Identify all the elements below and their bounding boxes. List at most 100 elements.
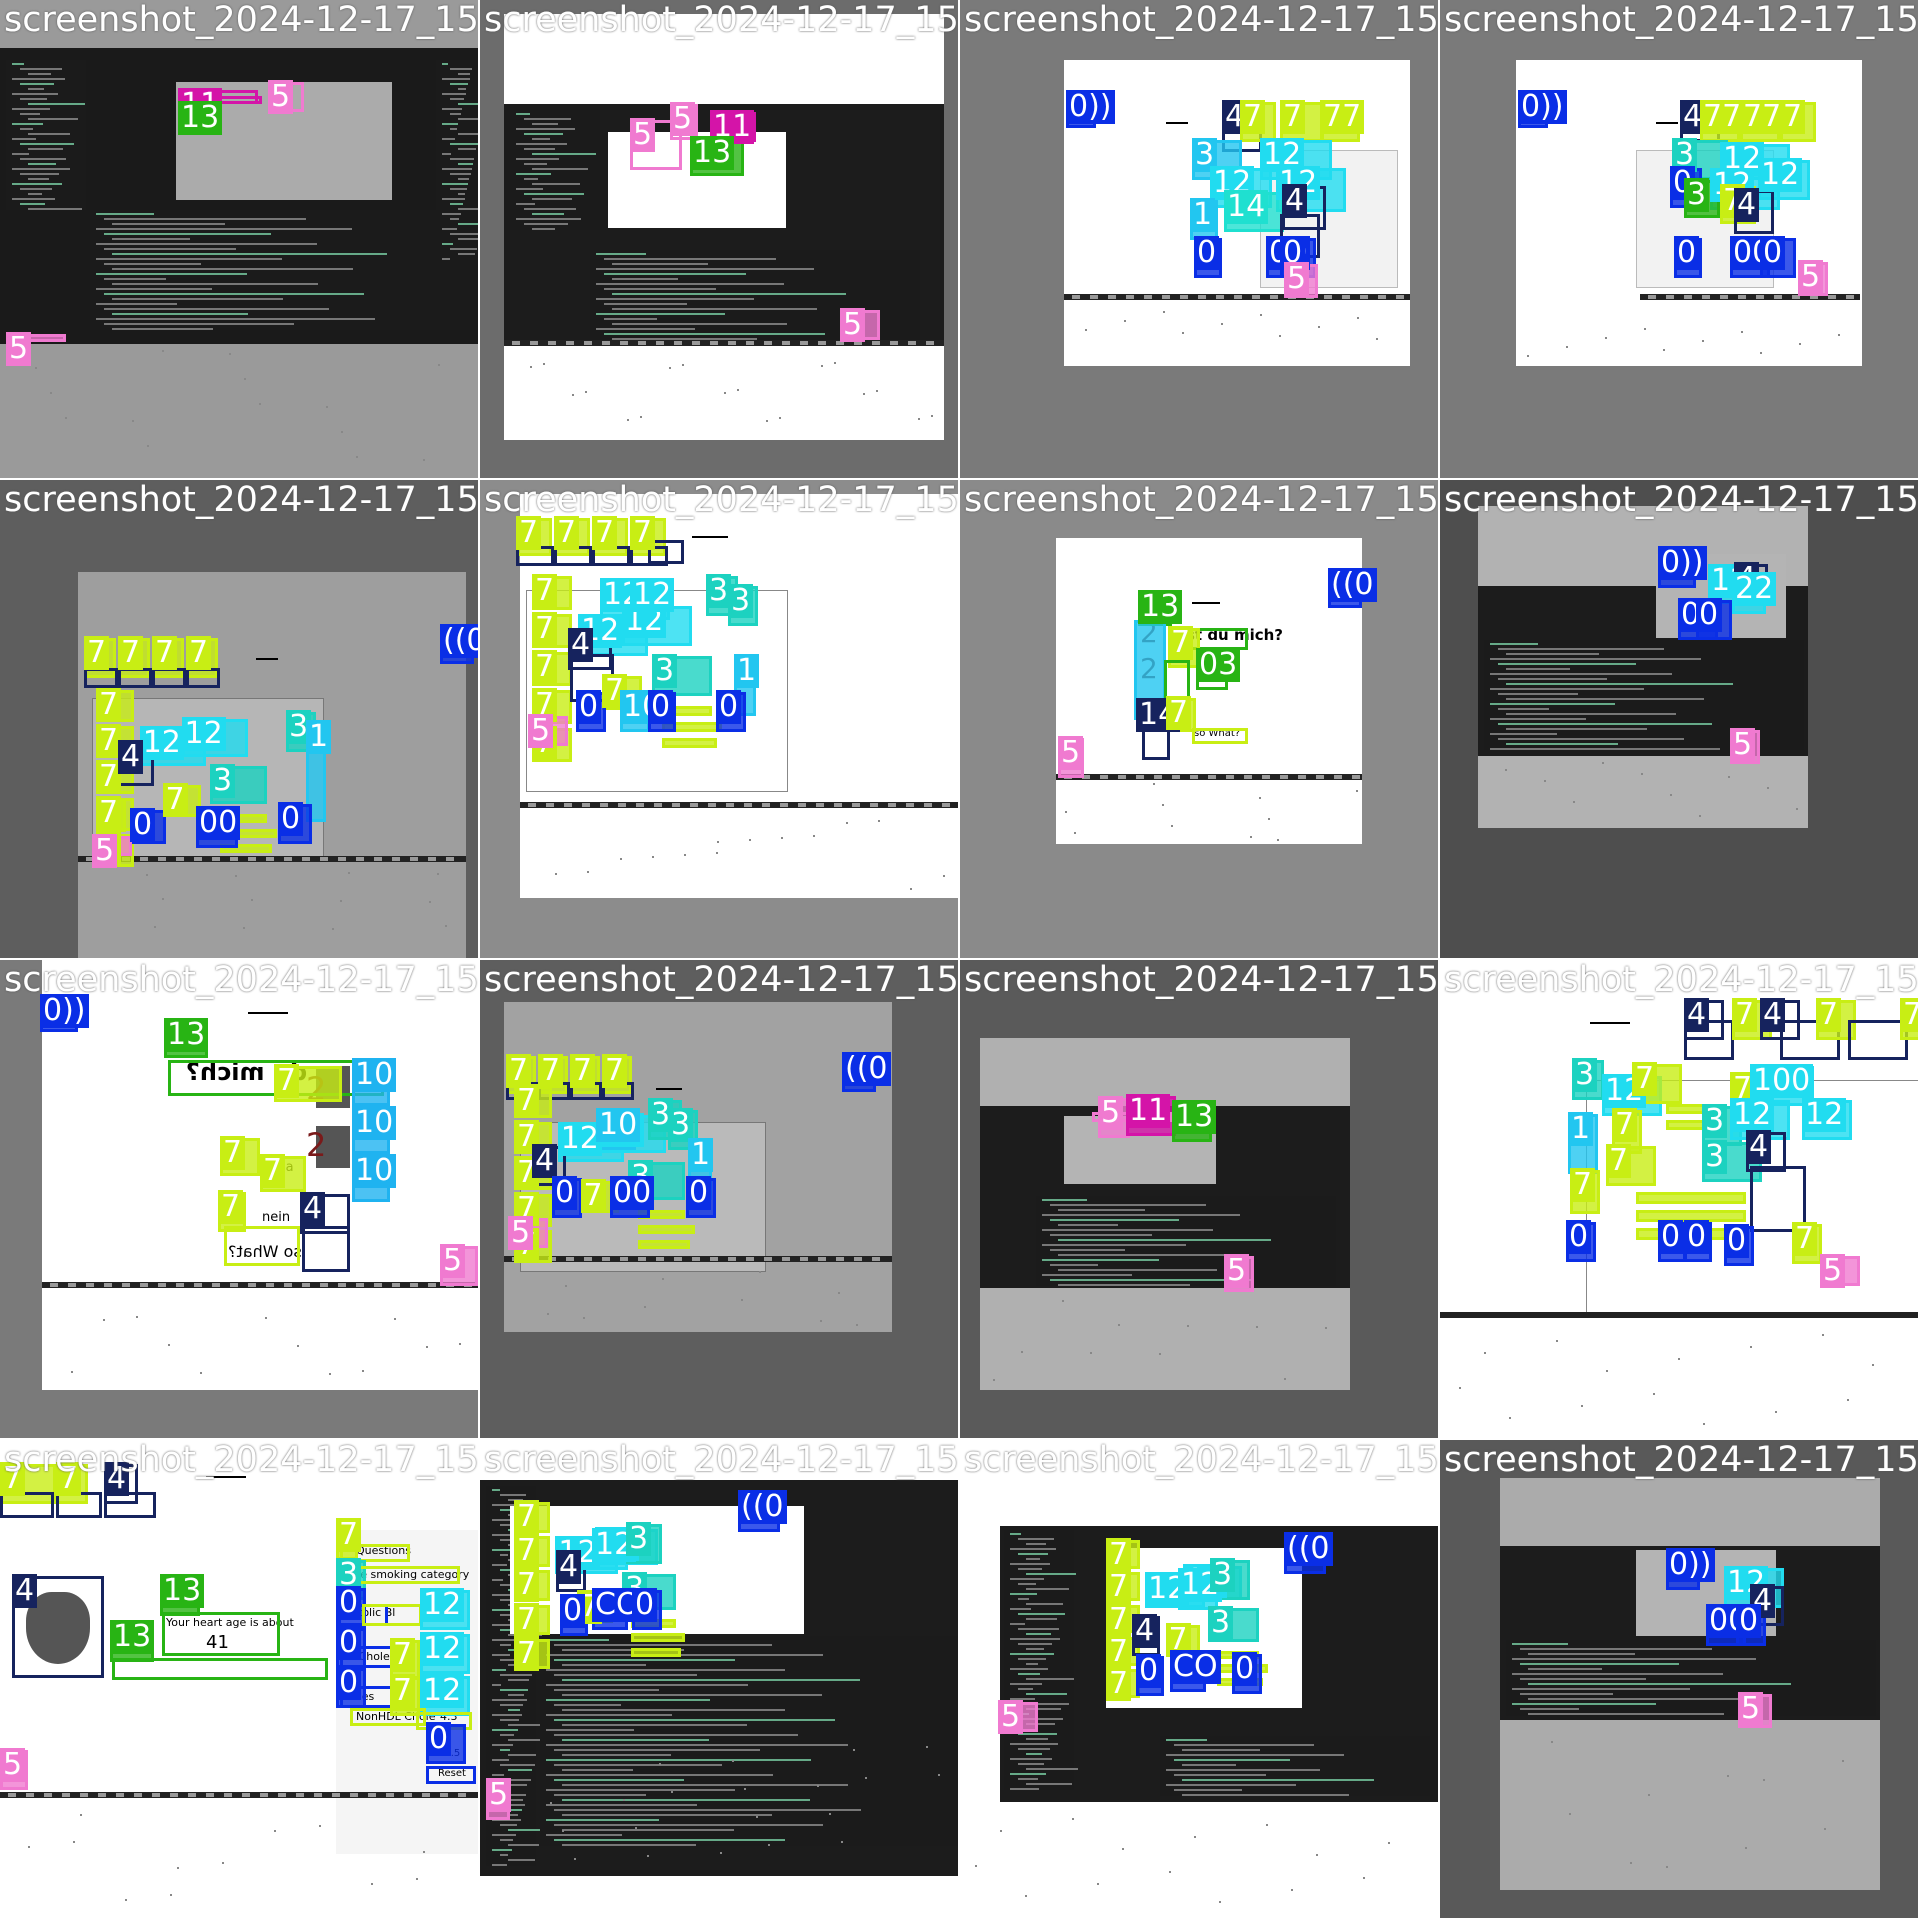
code-line [1026,1543,1047,1545]
noise-speck [659,1763,661,1765]
code-line [104,278,167,280]
code-line [562,1679,861,1681]
detection-label: 0)) [1518,90,1567,124]
code-line [458,148,477,150]
noise-speck [640,416,642,418]
code-line [508,1754,536,1756]
detection-label: CO [1170,1650,1221,1684]
detection-label: 13 [690,136,735,170]
code-line [1042,1214,1240,1216]
detection-label: 13 [1172,1100,1217,1134]
taskbar-icon [26,1793,34,1797]
taskbar-icon [906,803,914,807]
detection-label: 0 [552,1176,578,1210]
taskbar-icon [386,1793,394,1797]
code-line [442,243,454,245]
noise-speck [1556,1340,1558,1342]
noise-speck [562,1830,564,1832]
noise-speck [1169,1871,1171,1873]
code-line [1050,1204,1206,1206]
code-line [20,128,33,130]
code-line [1490,658,1702,660]
noise-speck [716,852,718,854]
taskbar-icon [710,341,718,345]
code-line [1528,1668,1602,1670]
code-line [554,1749,760,1751]
detection-label: 0 [1658,1220,1684,1254]
code-line [1166,1739,1207,1741]
code-line [1026,1588,1070,1590]
code-line [28,88,44,90]
noise-speck [737,389,739,391]
code-line [458,133,478,135]
taskbar-icon [908,341,916,345]
noise-speck [65,417,67,419]
code-line [442,168,473,170]
detection-label: 7 [152,636,178,670]
noise-speck [1606,1370,1608,1372]
code-line [1042,1259,1159,1261]
noise-speck [1573,801,1575,803]
taskbar-icon [800,341,808,345]
taskbar-icon [852,803,860,807]
taskbar-icon [1378,295,1386,299]
noise-speck [1670,794,1672,796]
taskbar-icon [422,1793,430,1797]
code-line [1490,748,1721,750]
noise-speck [1763,1779,1765,1781]
taskbar-icon [888,803,896,807]
taskbar-icon [62,1793,70,1797]
detection-label: 4 [556,1550,582,1584]
code-line [508,1709,520,1711]
noise-speck [768,1844,770,1846]
noise-speck [1279,335,1281,337]
taskbar-icon [1190,775,1198,779]
noise-speck [274,1830,276,1832]
code-line [1026,1663,1038,1665]
taskbar-icon [1298,775,1306,779]
detection-label: 12 [420,1632,465,1666]
code-line [1506,683,1734,685]
taskbar-icon [834,803,842,807]
noise-speck [720,1852,722,1854]
code-line [554,1719,836,1721]
detection-label: 0 [130,808,156,842]
tile-filename: screenshot_2024-12-17_15- [1444,480,1918,520]
code-line [458,163,473,165]
code-line [1528,1713,1725,1715]
code-line [524,193,585,195]
code-line [562,1814,772,1816]
detection-label: 0 [336,1666,362,1700]
noise-speck [445,925,447,927]
taskbar-icon [690,803,698,807]
code-line [1010,1668,1048,1670]
detection-label: 5 [1798,260,1824,294]
taskbar-icon [1684,295,1692,299]
detection-label: 0 [1674,236,1700,270]
solution-explorer [510,110,600,230]
code-line [500,1749,510,1751]
noise-speck [229,353,231,355]
noise-speck [756,1816,758,1818]
taskbar-icon [176,1283,184,1287]
code-line [1018,1658,1046,1660]
code-editor [1506,1640,1876,1716]
code-line [1490,703,1615,705]
mosaic-tile-6: screenshot_2024-12-17_15-38-40.png_f202 7… [480,480,958,958]
code-line [96,288,213,290]
detection-label: 7 [1612,1108,1638,1142]
detection-label: 7 [514,1084,540,1118]
page-title-line [256,658,278,660]
detection-label: 7 [514,1602,540,1637]
code-line [612,293,847,295]
taskbar-icon [158,857,166,861]
detection-label: 3 [1210,1558,1236,1592]
noise-speck [1250,836,1252,838]
detection-label: 7 [260,1154,286,1188]
code-line [492,1639,515,1641]
code-line [1512,1673,1723,1675]
detection-label: 4 [300,1192,326,1226]
code-line [524,223,569,225]
detection-label: 0 [426,1722,452,1756]
detection-label: 4 [12,1574,38,1608]
